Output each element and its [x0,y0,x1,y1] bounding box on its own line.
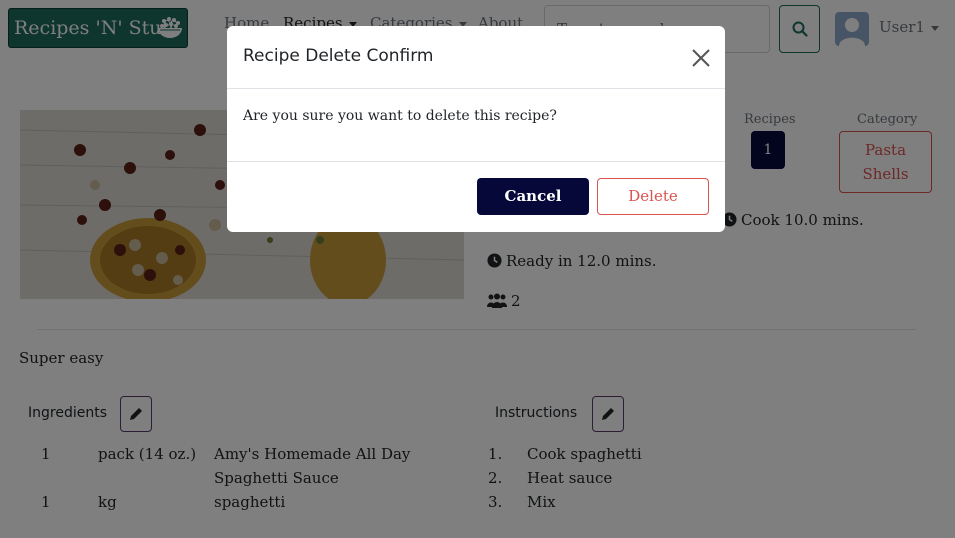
close-icon [692,49,710,67]
modal-title: Recipe Delete Confirm [243,46,434,66]
modal-footer-divider [227,161,725,162]
modal-header-divider [227,88,725,89]
delete-confirm-modal: Recipe Delete Confirm Are you sure you w… [227,26,725,232]
delete-button[interactable]: Delete [597,178,709,215]
cancel-button[interactable]: Cancel [477,178,589,215]
modal-message: Are you sure you want to delete this rec… [243,108,557,124]
close-button[interactable] [689,46,713,70]
